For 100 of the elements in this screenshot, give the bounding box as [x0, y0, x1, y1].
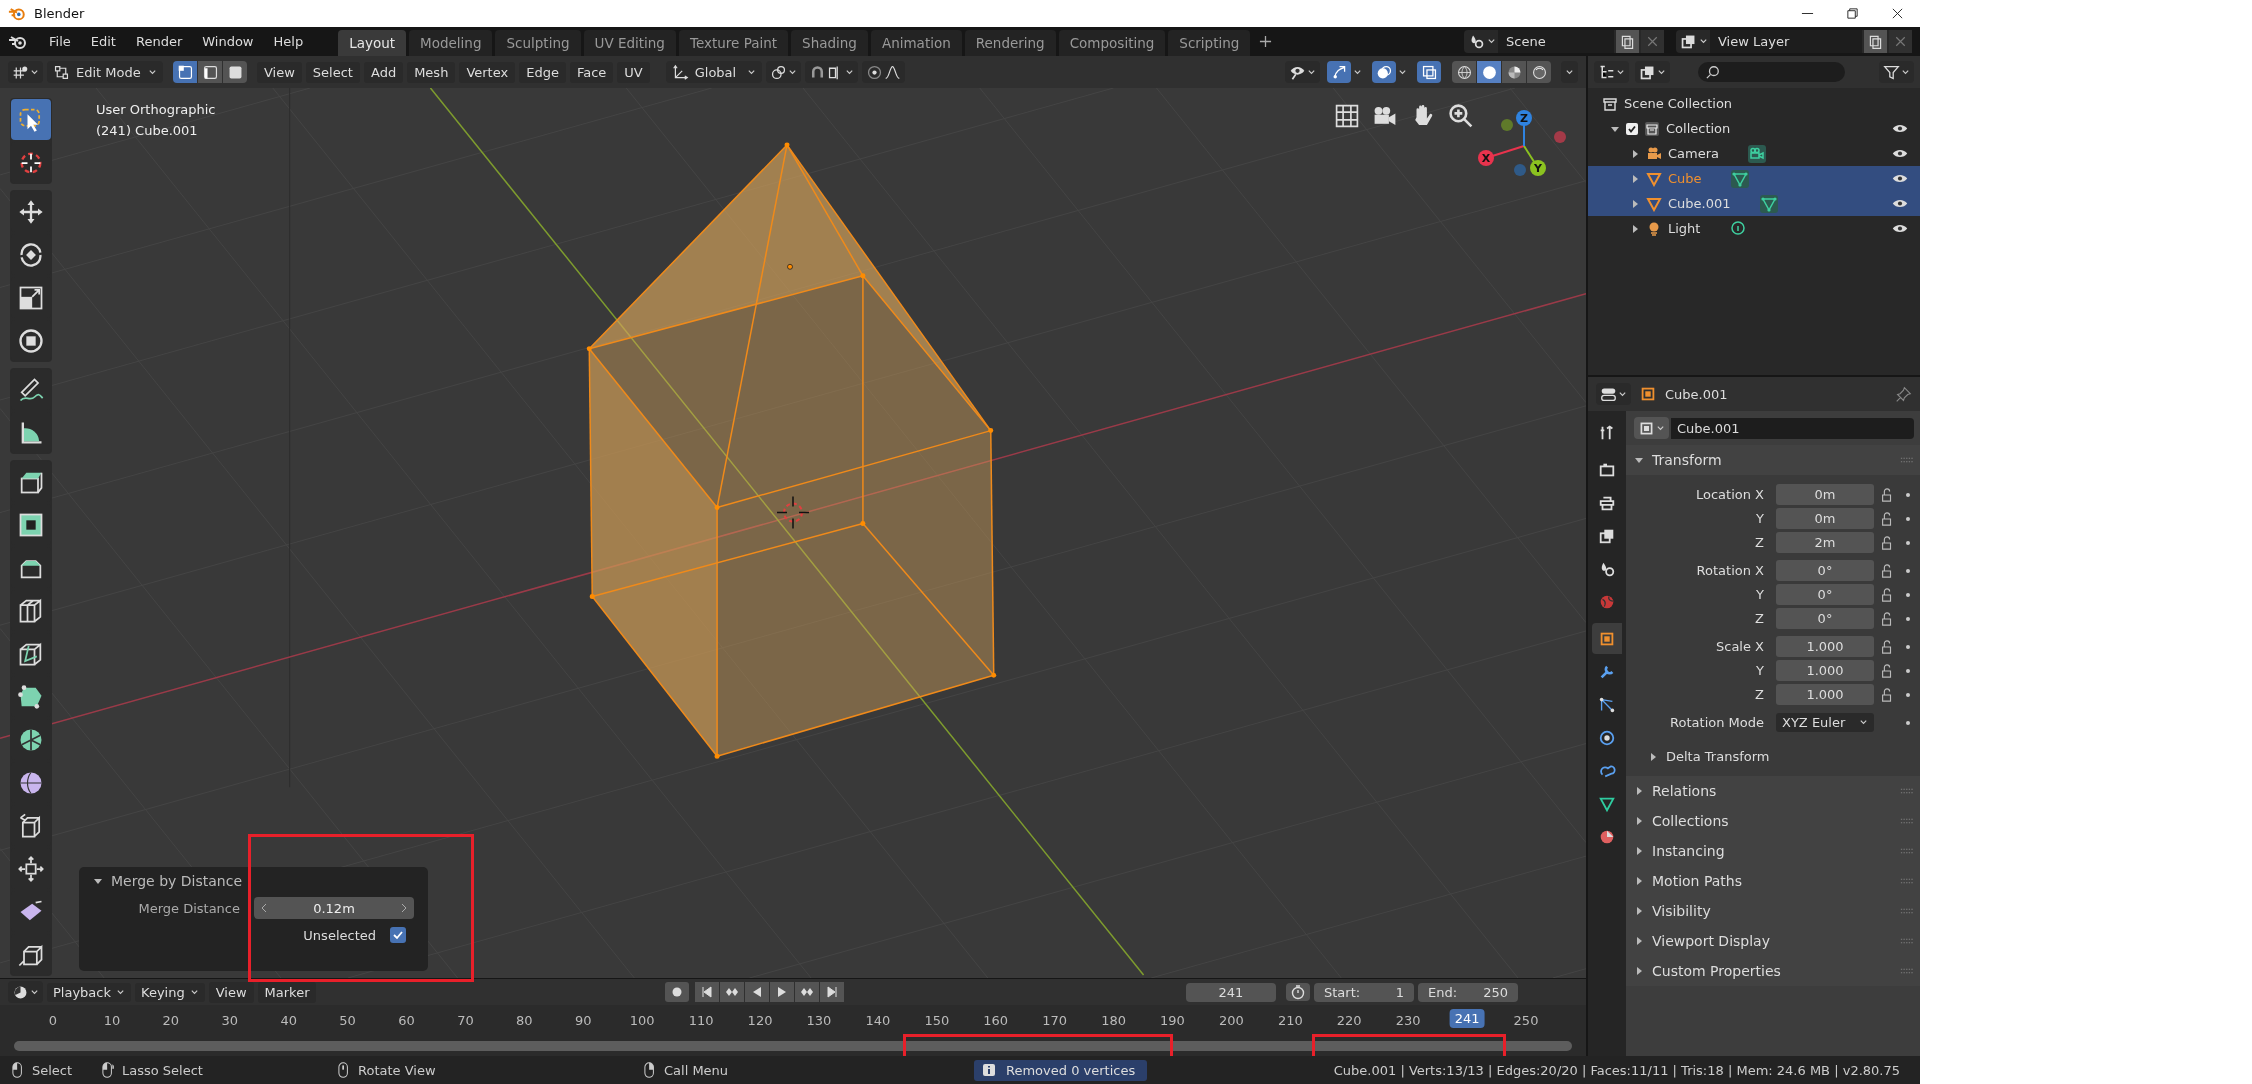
frame-number: 30 — [221, 1013, 238, 1028]
outliner-row[interactable]: Light — [1588, 216, 1920, 241]
panel-header[interactable]: Motion Paths — [1626, 866, 1920, 896]
workspace-tab[interactable]: Animation — [870, 30, 962, 56]
menu-item[interactable]: Edit — [81, 30, 125, 53]
number-field[interactable]: 0° — [1776, 608, 1874, 629]
panel-title[interactable]: Merge by Distance — [111, 873, 242, 889]
navigation-gizmo[interactable]: X Y Z — [1474, 96, 1574, 196]
number-field[interactable]: 0m — [1776, 484, 1874, 505]
panel-header[interactable]: Custom Properties — [1626, 956, 1920, 986]
frame-number: 210 — [1277, 1013, 1303, 1028]
number-field[interactable]: 0° — [1776, 584, 1874, 605]
frame-number: 70 — [457, 1013, 474, 1028]
menu-item[interactable]: File — [40, 30, 80, 53]
outliner-item-label[interactable]: Scene Collection — [1624, 96, 1733, 111]
orientation-dropdown[interactable]: Global — [665, 61, 762, 83]
menu-item[interactable]: Mesh — [407, 61, 456, 83]
shortcut-hint: Call Menu — [664, 1062, 729, 1078]
frame-number: 50 — [339, 1013, 356, 1028]
outliner-row[interactable]: Cube — [1588, 166, 1920, 191]
number-field[interactable]: 1.000 — [1776, 660, 1874, 681]
number-field[interactable]: 1.000 — [1776, 636, 1874, 657]
name-field[interactable]: Cube.001 — [1671, 417, 1914, 439]
workspace-tab[interactable]: Compositing — [1058, 30, 1166, 56]
rotation-mode-dropdown[interactable]: XYZ Euler — [1776, 713, 1874, 732]
menu-item[interactable]: Window — [193, 30, 263, 53]
frame-number: 120 — [747, 1013, 773, 1028]
panel-header[interactable]: Relations — [1626, 776, 1920, 806]
workspace-tab[interactable]: Modeling — [409, 30, 493, 56]
field-label: Rotation Mode — [1669, 715, 1764, 730]
menu-item[interactable]: Face — [569, 61, 614, 83]
view-layer-name[interactable]: View Layer — [1710, 30, 1862, 53]
menu-item[interactable]: Render — [126, 30, 192, 53]
menu-item[interactable]: Add — [363, 61, 404, 83]
number-field[interactable]: 2m — [1776, 532, 1874, 553]
field-label: Y — [1755, 511, 1764, 526]
outliner-row[interactable]: Collection — [1588, 116, 1920, 141]
panel-header[interactable]: Instancing — [1626, 836, 1920, 866]
frame-number: 80 — [516, 1013, 533, 1028]
panel-title[interactable]: Visibility — [1652, 903, 1892, 919]
workspace-tab[interactable]: Shading — [791, 30, 868, 56]
menu-item[interactable]: Help — [264, 30, 313, 53]
number-field[interactable]: 1.000 — [1776, 684, 1874, 705]
panel-title[interactable]: Instancing — [1652, 843, 1892, 859]
workspace-tab[interactable]: Texture Paint — [678, 30, 789, 56]
workspace-tab[interactable]: Layout — [338, 30, 407, 56]
frame-number: 170 — [1042, 1013, 1068, 1028]
mode-dropdown[interactable]: Edit Mode — [47, 61, 163, 83]
menu-item[interactable]: Edge — [519, 61, 566, 83]
scene-selector[interactable]: Scene — [1464, 30, 1664, 53]
panel-header[interactable]: Collections — [1626, 806, 1920, 836]
panel-title[interactable]: Transform — [1652, 452, 1892, 468]
outliner-item-label[interactable]: Cube.001 — [1668, 196, 1731, 211]
panel-title[interactable]: Viewport Display — [1652, 933, 1892, 949]
number-field[interactable]: 0.12m — [254, 897, 414, 919]
outliner-item-label[interactable]: Collection — [1666, 121, 1731, 136]
scene-statistics: Cube.001 | Verts:13/13 | Edges:20/20 | Faces:11/11 | Tris:18 | Mem: 24.6 MB | v2.80.75 — [1333, 1062, 1901, 1078]
scene-name[interactable]: Scene — [1498, 30, 1614, 53]
outliner-row[interactable]: Cube.001 — [1588, 191, 1920, 216]
workspace-tab[interactable]: UV Editing — [583, 30, 676, 56]
start-frame-field[interactable]: Start: 1 — [1314, 982, 1414, 1002]
frame-number: 160 — [983, 1013, 1009, 1028]
frame-number: 100 — [629, 1013, 655, 1028]
workspace-tab[interactable]: Scripting — [1168, 30, 1251, 56]
outliner-item-label[interactable]: Light — [1668, 221, 1701, 236]
field-label: Y — [1755, 587, 1764, 602]
workspace-tab[interactable]: Rendering — [964, 30, 1056, 56]
current-frame-field[interactable]: 241 — [1186, 982, 1276, 1002]
outliner-row[interactable]: Camera — [1588, 141, 1920, 166]
view-layer-selector[interactable]: View Layer — [1676, 30, 1912, 53]
panel-header[interactable]: Visibility — [1626, 896, 1920, 926]
outliner-item-label[interactable]: Cube — [1668, 171, 1702, 186]
context-label: Cube.001 — [1665, 386, 1728, 402]
playhead[interactable]: 241 — [1449, 1009, 1485, 1028]
outliner-item-label[interactable]: Camera — [1668, 146, 1720, 161]
panel-header[interactable]: Viewport Display — [1626, 926, 1920, 956]
menu-item[interactable]: Vertex — [459, 61, 516, 83]
panel-title[interactable]: Relations — [1652, 783, 1892, 799]
panel-title[interactable]: Collections — [1652, 813, 1892, 829]
end-frame-field[interactable]: End: 250 — [1418, 982, 1518, 1002]
frame-number: 60 — [398, 1013, 415, 1028]
menu-item[interactable]: Marker — [257, 981, 317, 1003]
menu-dropdown[interactable]: Playback — [47, 982, 131, 1002]
menu-item[interactable]: View — [257, 61, 302, 83]
object-label: (241) Cube.001 — [96, 123, 199, 138]
outliner-row[interactable]: Scene Collection — [1588, 91, 1920, 116]
panel-title[interactable]: Custom Properties — [1652, 963, 1892, 979]
menu-item[interactable]: Select — [305, 61, 360, 83]
menu-dropdown[interactable]: Keying — [135, 982, 205, 1002]
frame-number: 20 — [162, 1013, 180, 1028]
menu-item[interactable]: View — [208, 981, 254, 1003]
workspace-tab[interactable]: Sculpting — [495, 30, 581, 56]
panel-header[interactable]: Transform — [1626, 445, 1920, 475]
frame-number: 90 — [575, 1013, 592, 1028]
number-field[interactable]: 0° — [1776, 560, 1874, 581]
number-field[interactable]: 0m — [1776, 508, 1874, 529]
panel-title[interactable]: Motion Paths — [1652, 873, 1892, 889]
field-label: Z — [1754, 611, 1764, 626]
subpanel-title[interactable]: Delta Transform — [1666, 749, 1770, 764]
menu-item[interactable]: UV — [617, 61, 650, 83]
